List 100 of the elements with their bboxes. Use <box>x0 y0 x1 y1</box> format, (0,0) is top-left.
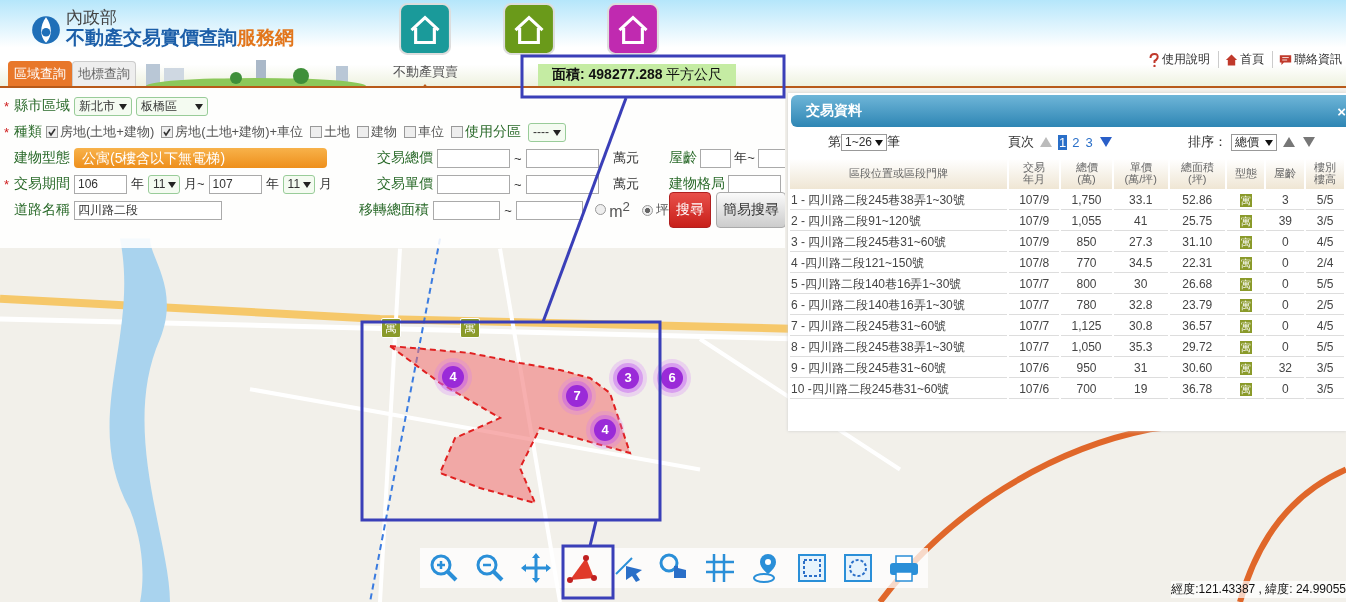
page-link[interactable]: 3 <box>1084 134 1094 150</box>
field-label: 建物型態 <box>14 149 70 167</box>
table-cell: 34.5 <box>1113 254 1168 273</box>
type-badge: 寓 <box>1239 215 1252 228</box>
zoning-checkbox[interactable]: 使用分區 <box>451 123 522 141</box>
type-checkbox[interactable]: 房地(土地+建物)+車位 <box>161 123 304 141</box>
table-cell: 23.79 <box>1169 296 1225 315</box>
type-checkbox[interactable]: 房地(土地+建物) <box>46 123 155 141</box>
polygon-draw-icon[interactable] <box>566 552 598 584</box>
sort-ascending-icon[interactable] <box>1283 137 1295 147</box>
table-cell: 0 <box>1266 338 1305 357</box>
table-cell: 25.75 <box>1169 212 1225 231</box>
column-header: 單價 (萬/坪) <box>1113 159 1168 189</box>
sort-select[interactable]: 總價 <box>1231 133 1277 151</box>
year-input[interactable]: 106 <box>74 174 127 194</box>
district-select[interactable]: 板橋區 <box>136 96 208 116</box>
range-select[interactable]: 1~26 <box>841 133 888 151</box>
address-cell: 6 - 四川路二段140巷16弄1~30號 <box>790 296 1007 315</box>
table-cell: 0 <box>1266 380 1305 399</box>
page-label: 頁次 <box>1008 133 1034 151</box>
unit-radio-label: m$^{2}$ <box>609 198 630 222</box>
search-button[interactable]: 簡易搜尋 <box>716 192 785 228</box>
sort-label: 排序： <box>1188 133 1227 151</box>
zoom-in-icon[interactable] <box>428 552 460 584</box>
month-select[interactable]: 11 <box>282 174 315 194</box>
header-link[interactable]: 使用說明 <box>1141 51 1210 68</box>
page-link[interactable]: 2 <box>1071 134 1081 150</box>
unit-radio[interactable]: 坪 <box>642 201 669 219</box>
address-cell: 5 -四川路二段140巷16弄1~30號 <box>790 275 1007 294</box>
table-cell: 3/5 <box>1306 212 1344 231</box>
table-cell: 27.3 <box>1113 233 1168 252</box>
field-label: 道路名稱 <box>14 201 70 219</box>
table-cell: 2/5 <box>1306 296 1344 315</box>
table-cell: 107/7 <box>1009 338 1060 357</box>
range-label: 第 <box>828 133 841 151</box>
address-cell: 3 - 四川路二段245巷31~60號 <box>790 233 1007 252</box>
unit-label: 年~ <box>734 149 755 167</box>
unit-label: 月 <box>318 175 332 193</box>
move-icon[interactable] <box>520 552 552 584</box>
table-cell: 800 <box>1061 275 1112 294</box>
table-cell: 3 <box>1266 191 1305 210</box>
unit-label: 月~ <box>184 175 205 193</box>
field-label: 縣市區域 <box>14 97 70 115</box>
table-cell: 107/9 <box>1009 191 1060 210</box>
highlight-frame <box>561 544 615 600</box>
range-separator: ~ <box>514 150 522 166</box>
search-button[interactable]: 搜尋 <box>669 192 711 228</box>
table-cell: 32.8 <box>1113 296 1168 315</box>
header-link[interactable]: 聯絡資訊 <box>1272 51 1342 68</box>
search-tab[interactable]: 地標查詢 <box>72 61 136 86</box>
input-field[interactable] <box>437 148 510 168</box>
table-cell: 107/8 <box>1009 254 1060 273</box>
year-input[interactable]: 107 <box>208 174 262 194</box>
city-select[interactable]: 新北市 <box>74 96 132 116</box>
table-cell: 22.31 <box>1169 254 1225 273</box>
input-field[interactable] <box>525 174 599 194</box>
required-mark: * <box>4 124 10 140</box>
range-label: 筆 <box>887 133 901 151</box>
address-cell: 8 - 四川路二段245巷38弄1~30號 <box>790 338 1007 357</box>
road-name-input[interactable]: 四川路二段 <box>74 200 222 220</box>
table-cell: 32 <box>1266 359 1305 378</box>
sort-descending-icon[interactable] <box>1303 137 1315 147</box>
zoom-out-icon[interactable] <box>474 552 506 584</box>
input-field[interactable] <box>433 200 501 220</box>
month-select[interactable]: 11 <box>148 174 180 194</box>
field-label: 交易期間 <box>14 175 70 193</box>
table-cell: 1,055 <box>1061 212 1112 231</box>
type-badge: 寓 <box>1239 299 1252 312</box>
type-checkbox[interactable]: 車位 <box>404 123 445 141</box>
previous-page-icon[interactable] <box>1040 137 1052 147</box>
field-label: 交易總價 <box>376 149 433 167</box>
type-checkbox[interactable]: 土地 <box>310 123 351 141</box>
input-field[interactable] <box>757 148 785 168</box>
unit-radio[interactable]: m$^{2}$ <box>595 198 630 222</box>
input-field[interactable] <box>437 174 510 194</box>
input-field[interactable] <box>700 148 732 168</box>
field-label: 移轉總面積 <box>359 201 429 219</box>
grid-lines-icon[interactable] <box>704 552 736 584</box>
input-field[interactable] <box>515 200 584 220</box>
header-link[interactable]: 首頁 <box>1218 51 1264 68</box>
table-cell: 3/5 <box>1306 359 1344 378</box>
type-checkbox[interactable]: 建物 <box>357 123 398 141</box>
table-cell: 4/5 <box>1306 317 1344 336</box>
unit-label: 年 <box>265 175 279 193</box>
table-cell: 39 <box>1266 212 1305 231</box>
table-cell: 950 <box>1061 359 1112 378</box>
table-cell: 5/5 <box>1306 338 1344 357</box>
input-field[interactable] <box>525 148 599 168</box>
field-label: 建物格局 <box>669 175 725 193</box>
square-frame-icon[interactable] <box>796 552 828 584</box>
page-link[interactable]: 1 <box>1058 134 1068 150</box>
field-label: 屋齡 <box>669 149 697 167</box>
type-badge: 寓 <box>1239 278 1252 291</box>
table-cell: 41 <box>1113 212 1168 231</box>
table-cell: 19 <box>1113 380 1168 399</box>
circle-frame-icon[interactable] <box>842 552 874 584</box>
next-page-icon[interactable] <box>1099 137 1112 147</box>
zoning-select[interactable]: ---- <box>528 122 567 142</box>
type-badge: 寓 <box>1239 236 1252 249</box>
print-icon[interactable] <box>888 552 920 584</box>
